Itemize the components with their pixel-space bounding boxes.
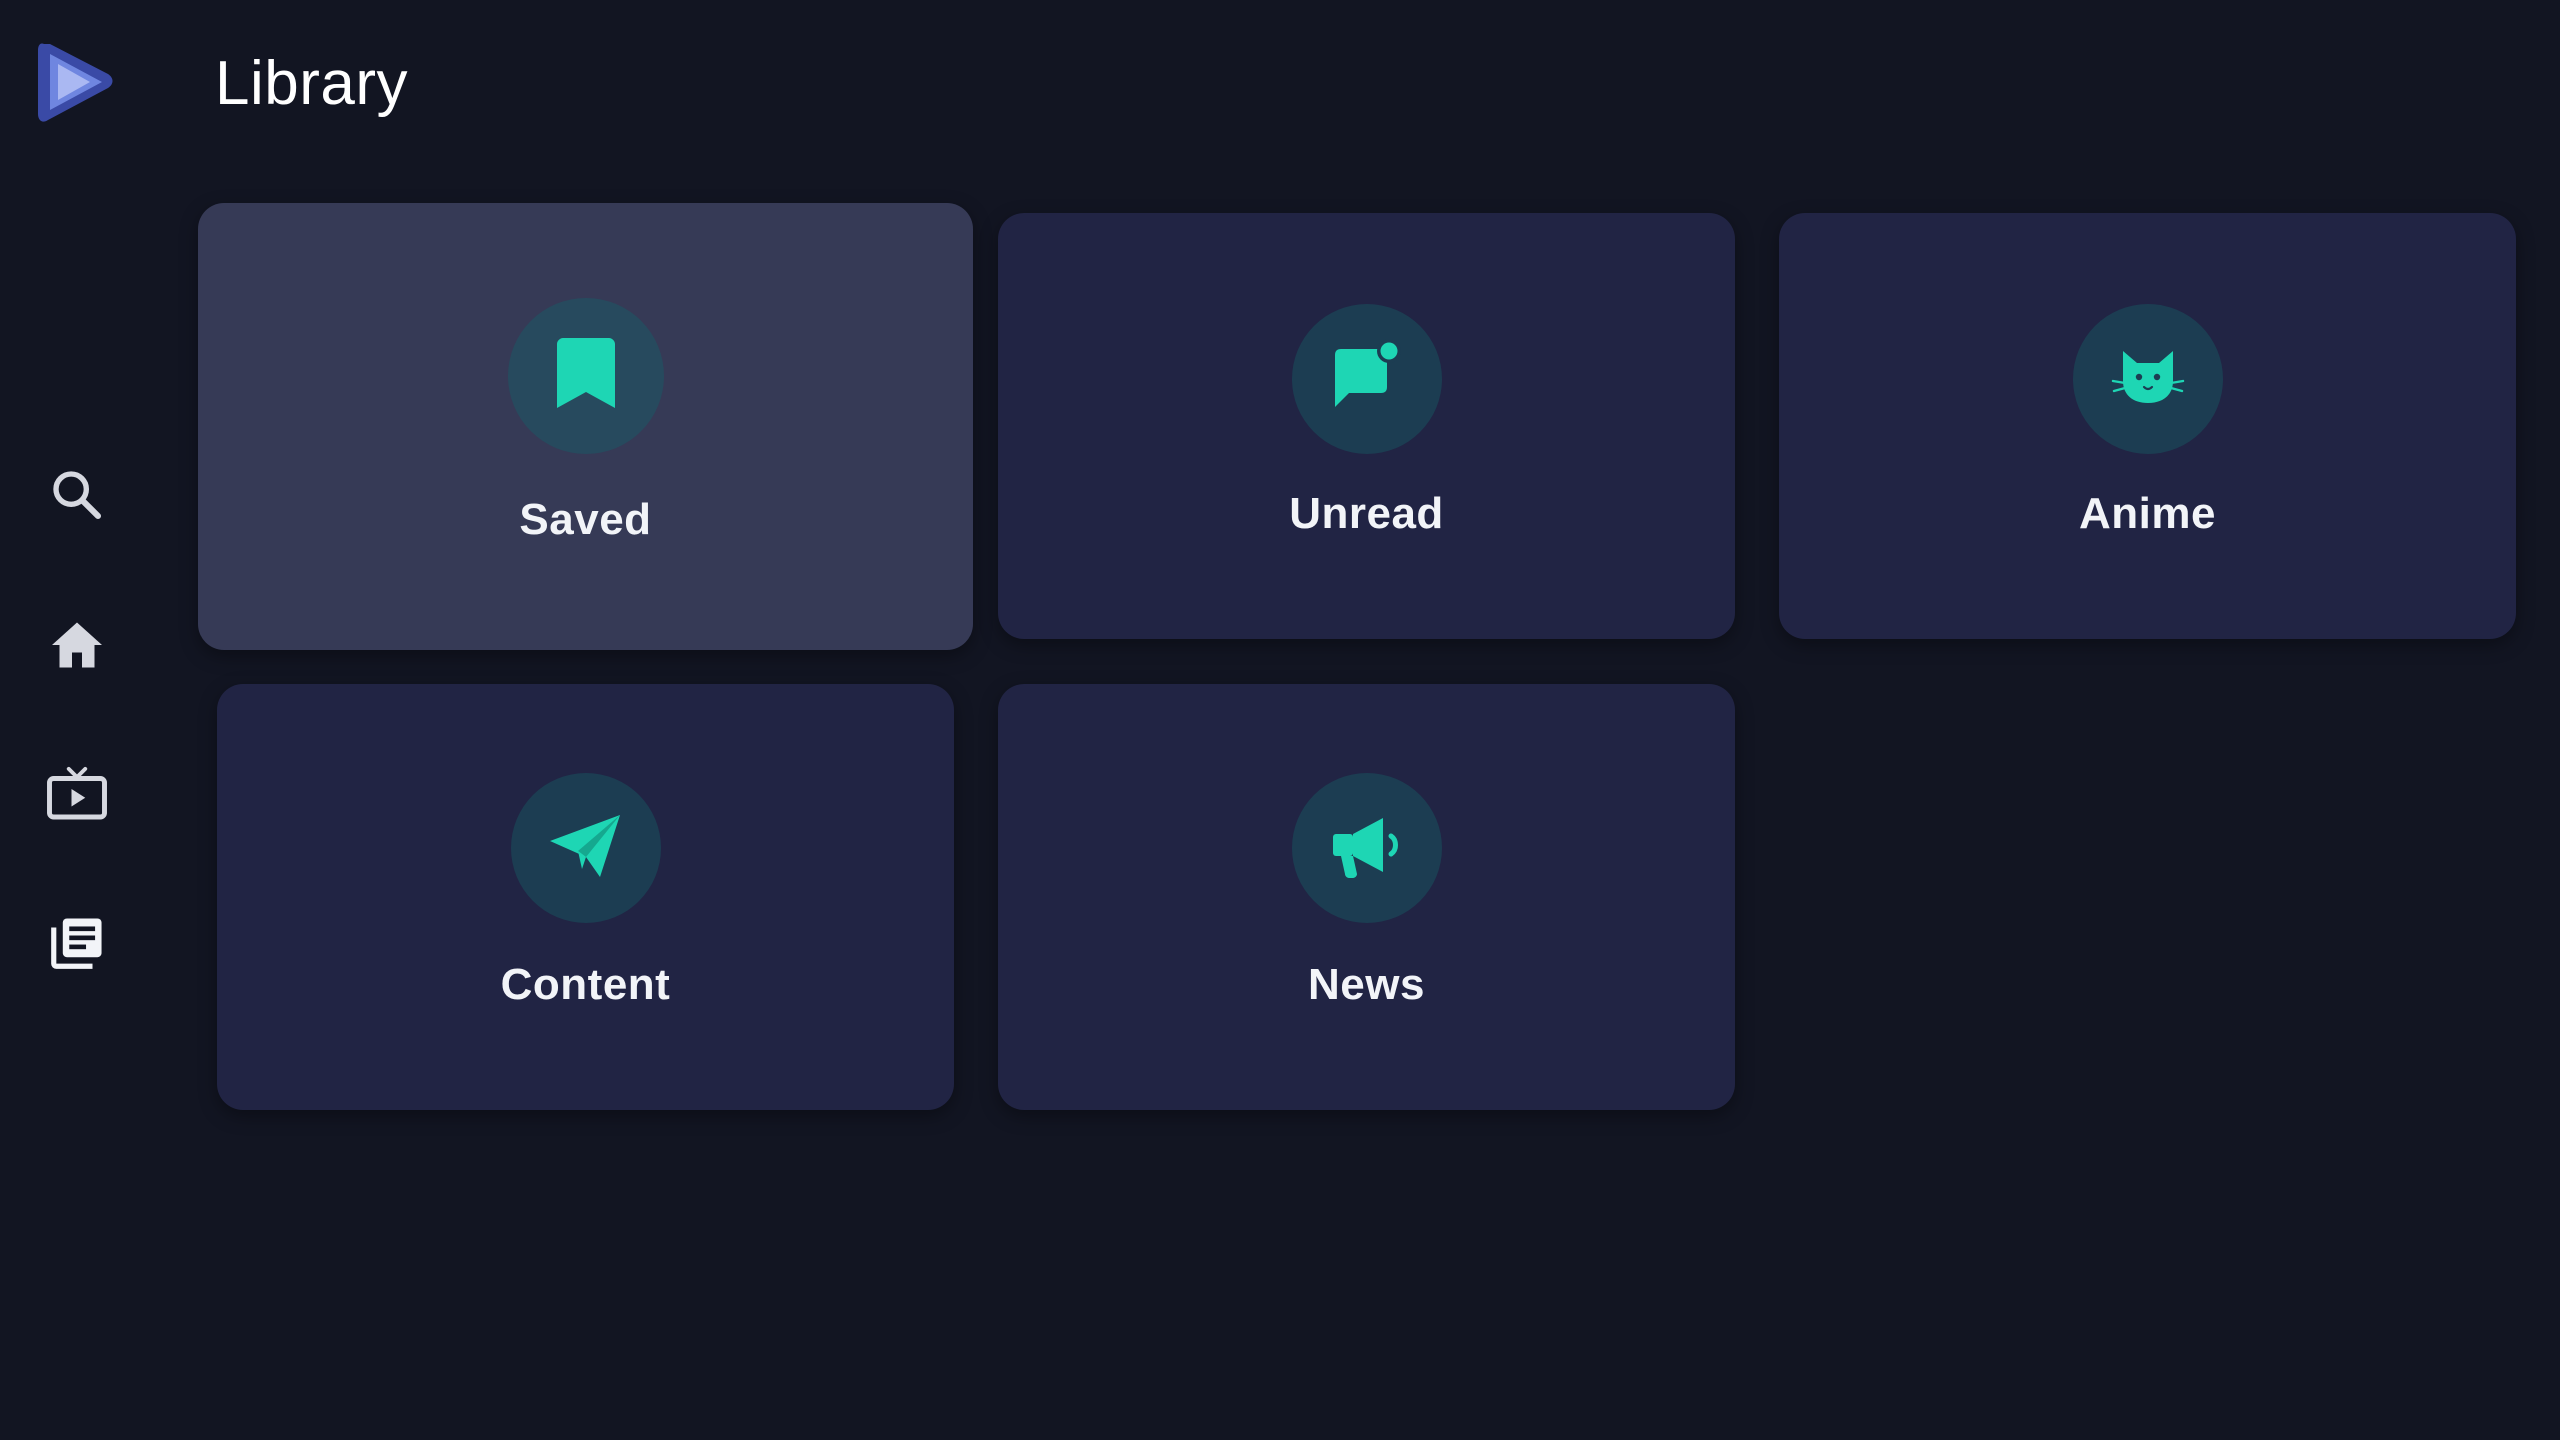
sidebar-item-library[interactable]	[37, 903, 117, 983]
page-title: Library	[215, 49, 409, 118]
card-label: Anime	[2079, 489, 2216, 538]
library-card-content[interactable]: Content	[217, 684, 954, 1110]
bookmark-icon	[556, 337, 615, 415]
sidebar-item-home[interactable]	[37, 605, 117, 685]
icon-circle	[2072, 304, 2223, 454]
card-label: Content	[500, 960, 671, 1009]
search-icon	[49, 467, 105, 523]
icon-circle	[507, 298, 664, 454]
library-card-anime[interactable]: Anime	[1779, 213, 2516, 639]
library-icon	[46, 912, 108, 974]
app-window: Library Saved Unread Anime Content News	[0, 0, 2560, 1440]
home-icon	[47, 615, 107, 675]
paper-plane-icon	[548, 813, 624, 884]
card-label: News	[1308, 960, 1425, 1009]
icon-circle	[1291, 773, 1442, 923]
tv-icon	[44, 762, 110, 828]
library-card-saved[interactable]: Saved	[198, 203, 973, 650]
sidebar-item-tv[interactable]	[37, 755, 117, 835]
cat-icon	[2111, 347, 2185, 412]
sidebar	[0, 0, 155, 1440]
icon-circle	[510, 773, 661, 923]
megaphone-icon	[1329, 814, 1405, 883]
library-card-news[interactable]: News	[998, 684, 1735, 1110]
chat-notification-icon	[1327, 337, 1407, 422]
library-card-unread[interactable]: Unread	[998, 213, 1735, 639]
icon-circle	[1291, 304, 1442, 454]
card-label: Saved	[519, 495, 652, 544]
play-logo-icon[interactable]	[36, 38, 116, 126]
sidebar-item-search[interactable]	[37, 455, 117, 535]
card-label: Unread	[1289, 489, 1444, 538]
